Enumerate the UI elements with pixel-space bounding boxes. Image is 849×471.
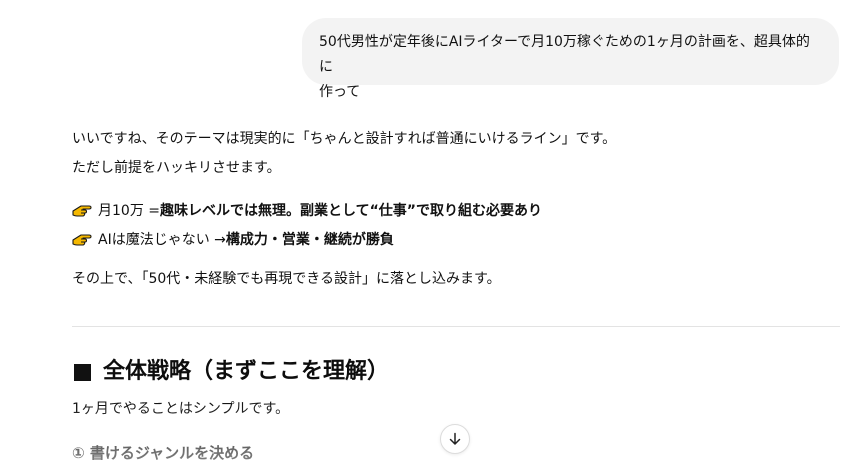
arrow-down-icon	[449, 432, 461, 445]
step-1-heading: ① 書けるジャンルを決める	[72, 444, 255, 462]
assistant-message: いいですね、そのテーマは現実的に「ちゃんと設計すれば普通にいけるライン」です。 …	[72, 125, 840, 294]
section-heading: 全体戦略（まずここを理解）	[72, 352, 389, 392]
assistant-intro-line-1: いいですね、そのテーマは現実的に「ちゃんと設計すれば普通にいけるライン」です。	[72, 131, 617, 147]
bullet-item-1: 月10万 = 趣味レベルでは無理。副業として“仕事”で取り組む必要あり	[72, 195, 840, 224]
pointing-hand-icon	[72, 204, 92, 217]
user-message-bubble: 50代男性が定年後にAIライターで月10万稼ぐための1ヶ月の計画を、超具体的に …	[302, 18, 839, 100]
bullet-item-2: AIは魔法じゃない → 構成力・営業・継続が勝負	[72, 224, 840, 253]
scroll-down-button[interactable]	[440, 424, 470, 454]
black-square-icon	[74, 363, 91, 381]
bullet-1-plain: 月10万 =	[98, 202, 160, 219]
user-message-line-1: 50代男性が定年後にAIライターで月10万稼ぐための1ヶ月の計画を、超具体的に	[319, 34, 810, 75]
bullet-2-plain: AIは魔法じゃない →	[98, 231, 226, 248]
bullet-2-bold: 構成力・営業・継続が勝負	[225, 231, 394, 248]
section-heading-text: 全体戦略（まずここを理解）	[103, 359, 390, 384]
chat-page: 50代男性が定年後にAIライターで月10万稼ぐための1ヶ月の計画を、超具体的に …	[0, 0, 849, 471]
section-divider	[72, 326, 840, 327]
assistant-closing-line: その上で、「50代・未経験でも再現できる設計」に落とし込みます。	[72, 271, 501, 287]
bullet-1-bold: 趣味レベルでは無理。副業として“仕事”で取り組む必要あり	[160, 202, 542, 219]
pointing-hand-icon	[72, 233, 92, 246]
user-message-line-2: 作って	[319, 84, 361, 100]
section-intro: 1ヶ月でやることはシンプルです。	[72, 401, 290, 417]
assistant-intro-line-2: ただし前提をハッキリさせます。	[72, 160, 281, 176]
